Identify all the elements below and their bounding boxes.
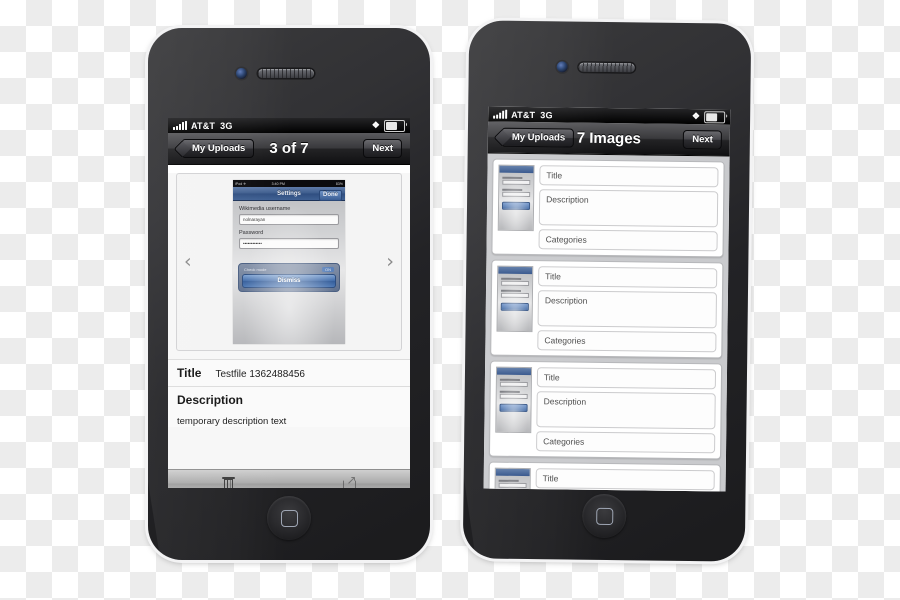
home-button[interactable]: [581, 493, 627, 539]
title-row[interactable]: Title Testfile 1362488456: [168, 359, 410, 387]
back-button-my-uploads[interactable]: My Uploads: [182, 138, 255, 159]
nav-bar: My Uploads 7 Images Next: [487, 121, 731, 157]
screenshot-nav-bar: Settings Done: [233, 187, 345, 201]
bluetooth-icon: ❖: [371, 120, 380, 130]
categories-field[interactable]: Categories: [538, 229, 718, 252]
list-item[interactable]: Title Description Categories: [491, 158, 725, 258]
screenshot-password-label: Password: [239, 230, 264, 236]
screenshot-dismiss-button: Dismiss: [242, 274, 336, 288]
network-label: 3G: [540, 109, 553, 120]
signal-bars-icon: [173, 121, 187, 130]
screenshot-alert: Check mode ON Dismiss: [238, 263, 340, 292]
battery-icon: [704, 110, 726, 123]
phone-left: AT&T 3G ❖ My Uploads 3 of 7 Next ‹ › iPo…: [148, 28, 430, 560]
home-button[interactable]: [267, 496, 311, 540]
title-field[interactable]: Title: [536, 367, 717, 390]
bottom-toolbar: [168, 469, 410, 488]
list-item[interactable]: Title: [487, 461, 721, 492]
screenshot-password-input: ••••••••••••: [239, 238, 339, 249]
title-field[interactable]: Title: [535, 468, 715, 491]
image-preview-area: ‹ › iPod ✈ 3:40 PM 83% Settings Done Wik…: [176, 173, 402, 351]
status-bar: AT&T 3G ❖: [168, 118, 410, 133]
thumbnail-image[interactable]: [495, 366, 533, 434]
back-button-my-uploads[interactable]: My Uploads: [501, 127, 575, 148]
carrier-label: AT&T: [191, 120, 216, 131]
preview-screenshot[interactable]: iPod ✈ 3:40 PM 83% Settings Done Wikimed…: [233, 180, 345, 344]
screenshot-status-right: 83%: [335, 181, 343, 186]
screenshot-alert-title: Check mode: [244, 267, 267, 272]
description-label: Description: [177, 393, 244, 407]
share-icon[interactable]: [342, 474, 357, 488]
description-field[interactable]: Description: [536, 391, 716, 430]
network-label: 3G: [220, 120, 233, 131]
screenshot-done-button: Done: [319, 189, 342, 201]
bluetooth-icon: ❖: [691, 111, 701, 122]
thumbnail-image[interactable]: [496, 265, 534, 333]
description-value: temporary description text: [177, 416, 287, 427]
thumbnail-image[interactable]: [497, 164, 535, 232]
list-item[interactable]: Title Description Categories: [488, 360, 723, 460]
earpiece-speaker: [258, 69, 314, 78]
title-value: Testfile 1362488456: [215, 369, 305, 380]
title-field[interactable]: Title: [539, 165, 719, 188]
description-field[interactable]: Description: [538, 189, 719, 228]
nav-bar: My Uploads 3 of 7 Next: [168, 133, 410, 165]
next-button[interactable]: Next: [683, 129, 722, 150]
list-item[interactable]: Title Description Categories: [490, 259, 724, 359]
earpiece-speaker: [578, 62, 635, 73]
front-camera-icon: [236, 68, 247, 79]
title-field[interactable]: Title: [538, 266, 718, 289]
title-label: Title: [177, 366, 202, 380]
phone-right: AT&T 3G ❖ My Uploads 7 Images Next Title…: [462, 20, 752, 562]
detail-body: ‹ › iPod ✈ 3:40 PM 83% Settings Done Wik…: [168, 173, 410, 488]
previous-image-icon[interactable]: ‹: [184, 252, 192, 272]
next-button[interactable]: Next: [363, 138, 402, 159]
screenshot-alert-badge: ON: [322, 267, 334, 272]
front-camera-icon: [556, 61, 568, 73]
thumbnail-image[interactable]: [494, 467, 531, 492]
carrier-label: AT&T: [511, 109, 536, 120]
trash-icon[interactable]: [221, 477, 235, 488]
uploads-list[interactable]: Title Description Categories Title Descr…: [483, 153, 730, 492]
screenshot-username-label: Wikimedia username: [239, 206, 291, 212]
categories-field[interactable]: Categories: [537, 330, 717, 353]
left-screen: AT&T 3G ❖ My Uploads 3 of 7 Next ‹ › iPo…: [168, 118, 410, 488]
screenshot-username-input: nolnarayan: [239, 214, 339, 225]
screenshot-status-left: iPod ✈: [235, 181, 247, 186]
description-row[interactable]: Description temporary description text: [168, 387, 410, 427]
categories-field[interactable]: Categories: [536, 431, 716, 454]
signal-bars-icon: [493, 109, 508, 119]
screenshot-glare: [233, 180, 345, 344]
next-image-icon[interactable]: ›: [386, 252, 394, 272]
screenshot-status-bar: iPod ✈ 3:40 PM 83%: [233, 180, 345, 187]
description-field[interactable]: Description: [537, 290, 717, 329]
right-screen: AT&T 3G ❖ My Uploads 7 Images Next Title…: [483, 106, 731, 492]
screenshot-nav-title: Settings: [277, 190, 301, 197]
battery-icon: [384, 119, 407, 132]
screenshot-status-time: 3:40 PM: [271, 181, 285, 186]
